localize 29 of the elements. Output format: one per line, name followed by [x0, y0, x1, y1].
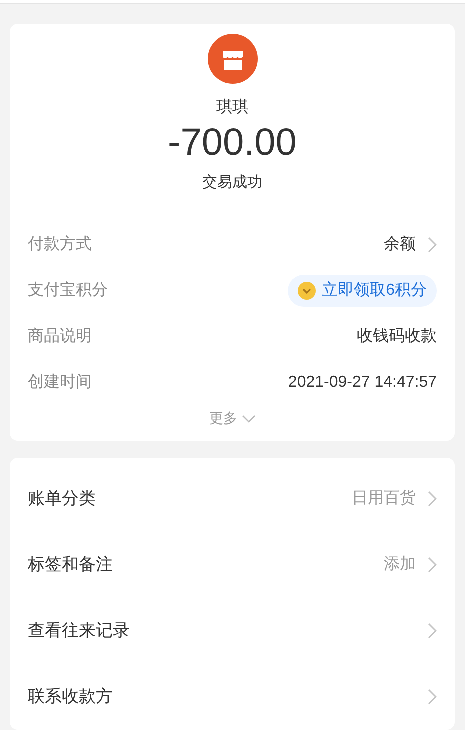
- action-row[interactable]: 账单分类 日用百货: [28, 466, 437, 532]
- detail-label: 创建时间: [28, 372, 92, 393]
- action-label: 标签和备注: [28, 554, 113, 576]
- chevron-right-icon: [428, 491, 437, 507]
- shop-icon: [208, 34, 258, 84]
- payee-name: 琪琪: [216, 98, 248, 118]
- action-label: 账单分类: [28, 488, 96, 510]
- chevron-right-icon: [428, 689, 437, 705]
- detail-label: 付款方式: [28, 234, 92, 255]
- action-label: 联系收款方: [28, 686, 113, 708]
- action-row[interactable]: 查看往来记录: [28, 598, 437, 664]
- detail-label: 商品说明: [28, 326, 92, 347]
- status-text: 交易成功: [202, 172, 262, 192]
- detail-value: 余额: [384, 234, 416, 255]
- detail-label: 支付宝积分: [28, 280, 108, 301]
- amount: -700.00: [168, 120, 297, 166]
- action-value: 添加: [384, 554, 416, 575]
- detail-value: 收钱码收款: [357, 327, 437, 347]
- chevron-right-icon: [428, 623, 437, 639]
- detail-value: 2021-09-27 14:47:57: [288, 373, 437, 393]
- chevron-right-icon: [428, 557, 437, 573]
- chevron-right-icon: [428, 237, 437, 253]
- chevron-down-icon: [242, 414, 256, 422]
- points-badge[interactable]: 立即领取6积分: [288, 275, 437, 307]
- action-row[interactable]: 联系收款方: [28, 664, 437, 730]
- action-row[interactable]: 标签和备注 添加: [28, 532, 437, 598]
- action-value: 日用百货: [352, 489, 416, 509]
- action-label: 查看往来记录: [28, 620, 130, 642]
- coin-icon: [298, 282, 316, 300]
